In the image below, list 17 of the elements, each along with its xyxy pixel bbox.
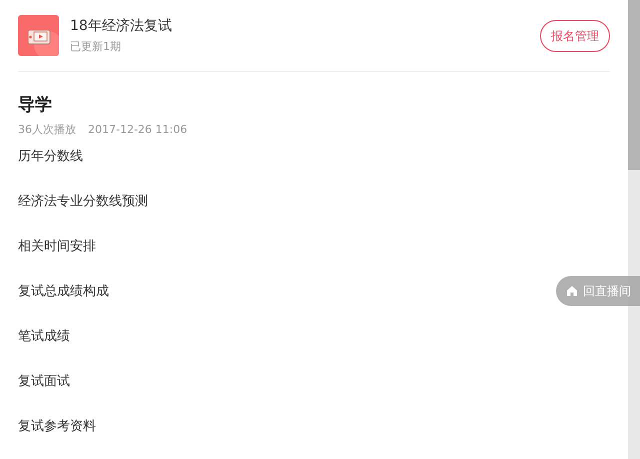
outline-item: 复试面试 [18, 373, 70, 391]
outline-item: 复试参考资料 [18, 418, 96, 436]
outline-item: 相关时间安排 [18, 238, 96, 256]
outline-item: 经济法专业分数线预测 [18, 193, 148, 211]
publish-date: 2017-12-26 11:06 [88, 123, 188, 137]
scrollbar[interactable] [628, 0, 640, 459]
outline-item: 历年分数线 [18, 148, 83, 166]
play-count: 36人次播放 [18, 123, 76, 137]
update-count: 已更新1期 [70, 40, 122, 54]
registration-button[interactable]: 报名管理 [540, 20, 610, 52]
home-icon [566, 285, 578, 297]
outline-item: 笔试成绩 [18, 328, 70, 346]
course-cover-icon [18, 15, 59, 56]
outline-item: 复试总成绩构成 [18, 283, 109, 301]
lesson-title: 导学 [18, 94, 53, 116]
course-title: 18年经济法复试 [70, 17, 173, 35]
back-to-live-button[interactable]: 回直播间 [556, 276, 640, 306]
